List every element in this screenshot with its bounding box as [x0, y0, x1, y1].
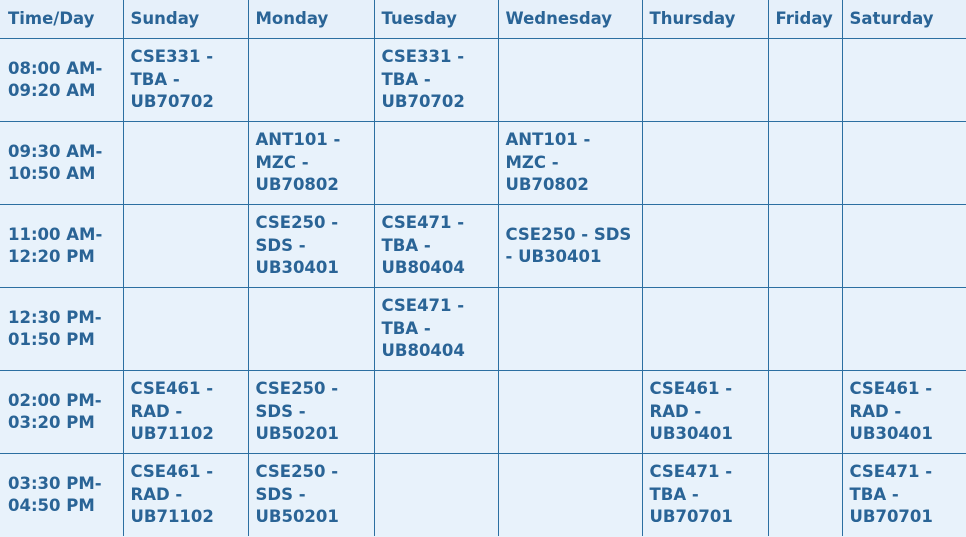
- class-entry-text: ANT101 - MZC - UB70802: [505, 130, 591, 195]
- class-entry-cell: CSE250 - SDS - UB50201: [247, 453, 375, 536]
- empty-slot-cell: [122, 121, 249, 205]
- empty-slot-cell: [497, 370, 643, 454]
- class-entry-cell: CSE471 - TBA - UB70701: [641, 453, 769, 536]
- class-entry-text: CSE250 - SDS - UB50201: [255, 379, 339, 444]
- time-slot-label: 08:00 AM- 09:20 AM: [0, 38, 124, 122]
- time-slot-label: 12:30 PM- 01:50 PM: [0, 287, 124, 371]
- class-entry-text: CSE471 - TBA - UB70701: [649, 462, 733, 527]
- empty-slot-cell: [497, 38, 643, 122]
- class-entry-text: CSE331 - TBA - UB70702: [381, 47, 465, 112]
- class-entry-text: CSE461 - RAD - UB30401: [649, 379, 733, 444]
- empty-slot-cell: [247, 287, 375, 371]
- header-day-tuesday: Tuesday: [373, 0, 499, 39]
- empty-slot-cell: [641, 121, 769, 205]
- time-slot-label: 02:00 PM- 03:20 PM: [0, 370, 124, 454]
- empty-slot-cell: [767, 38, 843, 122]
- class-entry-cell: CSE461 - RAD - UB71102: [122, 370, 249, 454]
- class-entry-text: CSE461 - RAD - UB71102: [130, 379, 214, 444]
- header-day-friday: Friday: [767, 0, 843, 39]
- header-day-wednesday: Wednesday: [497, 0, 643, 39]
- time-slot-text: 08:00 AM- 09:20 AM: [8, 58, 103, 101]
- time-slot-row: 11:00 AM- 12:20 PM CSE250 - SDS - UB30401 CSE…: [0, 204, 966, 288]
- empty-slot-cell: [841, 121, 966, 205]
- time-slot-row: 08:00 AM- 09:20 AM CSE331 - TBA - UB70702 CSE…: [0, 38, 966, 122]
- schedule-body: 08:00 AM- 09:20 AM CSE331 - TBA - UB70702 CSE…: [0, 38, 966, 536]
- empty-slot-cell: [373, 370, 499, 454]
- class-entry-cell: CSE461 - RAD - UB30401: [841, 370, 966, 454]
- empty-slot-cell: [841, 38, 966, 122]
- time-slot-text: 09:30 AM- 10:50 AM: [8, 141, 103, 184]
- class-entry-cell: CSE331 - TBA - UB70702: [122, 38, 249, 122]
- class-entry-cell: CSE471 - TBA - UB80404: [373, 204, 499, 288]
- empty-slot-cell: [497, 287, 643, 371]
- header-day-sunday: Sunday: [122, 0, 249, 39]
- class-entry-cell: CSE250 - SDS - UB30401: [497, 204, 643, 288]
- empty-slot-cell: [641, 204, 769, 288]
- time-slot-text: 12:30 PM- 01:50 PM: [8, 307, 102, 350]
- empty-slot-cell: [247, 38, 375, 122]
- class-entry-text: CSE461 - RAD - UB71102: [130, 462, 214, 527]
- header-day-thursday: Thursday: [641, 0, 769, 39]
- empty-slot-cell: [767, 204, 843, 288]
- class-entry-cell: ANT101 - MZC - UB70802: [247, 121, 375, 205]
- empty-slot-cell: [841, 287, 966, 371]
- empty-slot-cell: [641, 287, 769, 371]
- time-slot-row: 09:30 AM- 10:50 AM ANT101 - MZC - UB70802 ANT…: [0, 121, 966, 205]
- header-row: Time/Day Sunday Monday Tuesday Wednesday Thur…: [0, 0, 966, 39]
- header-time-day: Time/Day: [0, 0, 124, 39]
- time-slot-label: 09:30 AM- 10:50 AM: [0, 121, 124, 205]
- empty-slot-cell: [122, 287, 249, 371]
- time-slot-text: 02:00 PM- 03:20 PM: [8, 390, 102, 433]
- header-day-saturday: Saturday: [841, 0, 966, 39]
- class-entry-cell: CSE461 - RAD - UB71102: [122, 453, 249, 536]
- class-entry-text: CSE471 - TBA - UB80404: [381, 213, 465, 278]
- class-entry-cell: ANT101 - MZC - UB70802: [497, 121, 643, 205]
- empty-slot-cell: [373, 453, 499, 536]
- class-entry-text: CSE331 - TBA - UB70702: [130, 47, 214, 112]
- header-day-monday: Monday: [247, 0, 375, 39]
- class-entry-cell: CSE471 - TBA - UB70701: [841, 453, 966, 536]
- class-entry-text: CSE250 - SDS - UB50201: [255, 462, 339, 527]
- class-entry-cell: CSE250 - SDS - UB30401: [247, 204, 375, 288]
- class-entry-cell: CSE250 - SDS - UB50201: [247, 370, 375, 454]
- time-slot-label: 11:00 AM- 12:20 PM: [0, 204, 124, 288]
- time-slot-row: 12:30 PM- 01:50 PM CSE471 - TBA - UB80404: [0, 287, 966, 371]
- class-entry-text: CSE250 - SDS - UB30401: [505, 224, 632, 267]
- class-entry-cell: CSE461 - RAD - UB30401: [641, 370, 769, 454]
- empty-slot-cell: [641, 38, 769, 122]
- class-entry-cell: CSE471 - TBA - UB80404: [373, 287, 499, 371]
- class-entry-text: CSE250 - SDS - UB30401: [255, 213, 339, 278]
- class-entry-text: ANT101 - MZC - UB70802: [255, 130, 341, 195]
- empty-slot-cell: [767, 453, 843, 536]
- class-entry-text: CSE471 - TBA - UB80404: [381, 296, 465, 361]
- empty-slot-cell: [373, 121, 499, 205]
- class-entry-cell: CSE331 - TBA - UB70702: [373, 38, 499, 122]
- time-slot-row: 02:00 PM- 03:20 PM CSE461 - RAD - UB71102 CSE…: [0, 370, 966, 454]
- empty-slot-cell: [122, 204, 249, 288]
- empty-slot-cell: [497, 453, 643, 536]
- class-schedule-table: Time/Day Sunday Monday Tuesday Wednesday Thur…: [0, 0, 966, 536]
- empty-slot-cell: [767, 121, 843, 205]
- time-slot-text: 03:30 PM- 04:50 PM: [8, 473, 102, 516]
- empty-slot-cell: [767, 370, 843, 454]
- time-slot-row: 03:30 PM- 04:50 PM CSE461 - RAD - UB71102 CSE…: [0, 453, 966, 536]
- empty-slot-cell: [767, 287, 843, 371]
- class-entry-text: CSE461 - RAD - UB30401: [849, 379, 933, 444]
- class-entry-text: CSE471 - TBA - UB70701: [849, 462, 933, 527]
- time-slot-text: 11:00 AM- 12:20 PM: [8, 224, 103, 267]
- empty-slot-cell: [841, 204, 966, 288]
- time-slot-label: 03:30 PM- 04:50 PM: [0, 453, 124, 536]
